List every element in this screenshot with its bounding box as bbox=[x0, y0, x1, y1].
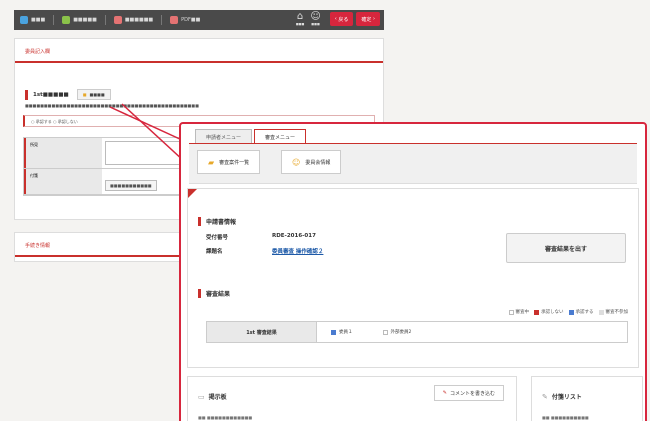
panel-title: ✎ 付箋リスト bbox=[542, 392, 582, 402]
attach-title: 付箋リスト bbox=[551, 394, 582, 401]
section-heading: 審査結果 bbox=[198, 289, 230, 298]
committee-info-label: 委員会情報 bbox=[305, 159, 331, 166]
reviewer-status: 委員１ bbox=[331, 329, 353, 335]
review-toolbar: ▰ 審査案件一覧 ☺ 委員会情報 bbox=[189, 144, 637, 184]
field-value: RDE-2016-017 bbox=[272, 233, 316, 239]
legend-item: 承認する bbox=[568, 309, 594, 315]
review-result-table: 1st 審査結果 委員１ 外部委員2 bbox=[206, 321, 628, 343]
review-menu-window: 申請者メニュー 審査メニュー ▰ 審査案件一覧 ☺ 委員会情報 申請書情報 受付… bbox=[179, 122, 647, 421]
committee-info-button[interactable]: ☺ 委員会情報 bbox=[281, 150, 342, 174]
info-row-receipt: 受付番号 RDE-2016-017 bbox=[206, 233, 316, 241]
review-list-label: 審査案件一覧 bbox=[219, 159, 250, 166]
folder-icon: ▰ bbox=[208, 157, 215, 167]
status-swatch bbox=[331, 329, 336, 335]
legend-item: 承認しない bbox=[534, 309, 564, 315]
field-key: 受付番号 bbox=[206, 235, 229, 241]
reviewer-name: 外部委員2 bbox=[390, 330, 412, 335]
corner-accent bbox=[188, 189, 197, 198]
section-accent-bar bbox=[198, 217, 201, 226]
legend-swatch bbox=[534, 309, 539, 315]
section-heading: 申請書情報 bbox=[198, 217, 236, 226]
legend-label: 承認しない bbox=[541, 310, 564, 315]
submit-review-result-button[interactable]: 審査結果を出す bbox=[506, 233, 626, 263]
legend-swatch bbox=[508, 309, 514, 315]
reviewer-name: 委員１ bbox=[339, 330, 353, 335]
section-accent-bar bbox=[198, 289, 201, 298]
pin-icon: ✎ bbox=[542, 392, 548, 401]
write-comment-label: コメントを書き込む bbox=[449, 390, 495, 397]
legend-swatch bbox=[568, 309, 574, 315]
legend-label: 審査中 bbox=[515, 310, 530, 315]
legend-swatch bbox=[598, 309, 604, 315]
application-main-panel: 申請書情報 受付番号 RDE-2016-017 課題名 委員審査 操作確認２ 審… bbox=[187, 188, 639, 368]
panel-title: ▭ 掲示板 bbox=[198, 392, 227, 402]
screenshot-root: ■■■ ■■■■■ ■■■■■■ PDF■■ ⌂ ■■■ ☺ ■■■ ‹ 戻る … bbox=[0, 0, 650, 421]
reviewer-status: 外部委員2 bbox=[382, 329, 412, 335]
status-swatch bbox=[382, 329, 388, 335]
legend-item: 審査中 bbox=[508, 309, 530, 315]
users-icon: ☺ bbox=[292, 157, 301, 167]
pencil-icon: ✎ bbox=[442, 390, 447, 396]
legend-label: 審査不参加 bbox=[605, 310, 629, 315]
legend-item: 審査不参加 bbox=[598, 309, 629, 315]
board-title: 掲示板 bbox=[208, 394, 227, 401]
info-row-title: 課題名 委員審査 操作確認２ bbox=[206, 247, 323, 255]
note-entry: ■■ ■■■■■■■■■■ bbox=[542, 415, 589, 420]
section-title: 審査結果 bbox=[206, 291, 231, 298]
write-comment-button[interactable]: ✎ コメントを書き込む bbox=[433, 385, 504, 401]
result-row-head: 1st 審査結果 bbox=[207, 322, 317, 342]
review-list-button[interactable]: ▰ 審査案件一覧 bbox=[197, 150, 261, 174]
board-entry: ■■ ■■■■■■■■■■■■ bbox=[198, 415, 253, 420]
section-title: 申請書情報 bbox=[206, 219, 237, 226]
status-legend: 審査中 承認しない 承認する 審査不参加 bbox=[504, 309, 629, 315]
bulletin-board-panel: ▭ 掲示板 ✎ コメントを書き込む ■■ ■■■■■■■■■■■■ bbox=[187, 376, 517, 421]
board-icon: ▭ bbox=[198, 392, 205, 401]
field-key: 課題名 bbox=[206, 249, 223, 255]
sticky-note-list-panel: ✎ 付箋リスト ■■ ■■■■■■■■■■ bbox=[531, 376, 643, 421]
project-title-link[interactable]: 委員審査 操作確認２ bbox=[272, 247, 323, 255]
legend-label: 承認する bbox=[575, 310, 594, 315]
